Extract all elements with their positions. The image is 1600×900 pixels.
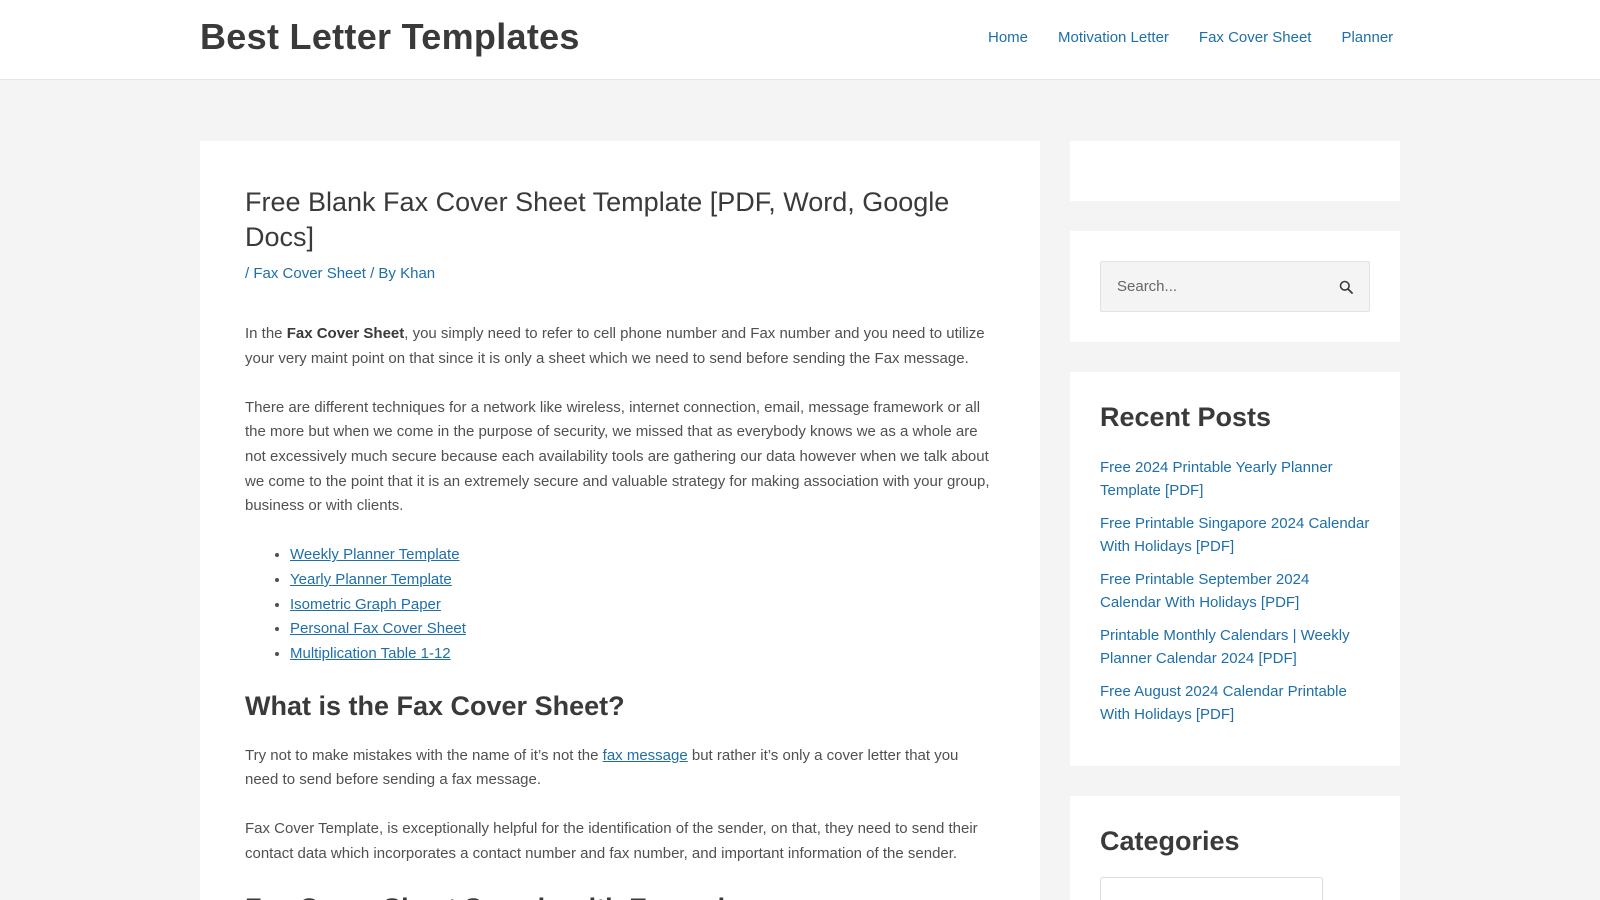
search-form <box>1100 261 1370 312</box>
link-yearly-planner[interactable]: Yearly Planner Template <box>290 571 452 588</box>
meta-separator: / <box>245 265 250 283</box>
related-links-list: Weekly Planner Template Yearly Planner T… <box>290 543 995 667</box>
article: Free Blank Fax Cover Sheet Template [PDF… <box>200 141 1040 900</box>
categories-dropdown[interactable] <box>1100 877 1323 900</box>
recent-posts-title: Recent Posts <box>1100 402 1272 432</box>
list-item: Free 2024 Printable Yearly Planner Templ… <box>1100 457 1370 502</box>
empty-widget <box>1070 141 1400 201</box>
techniques-paragraph: There are different techniques for a net… <box>245 398 990 515</box>
recent-post-link[interactable]: Free Printable Singapore 2024 Calendar W… <box>1100 515 1369 555</box>
site-header: Best Letter Templates Home Motivation Le… <box>0 0 1600 80</box>
main-nav: Home Motivation Letter Fax Cover Sheet P… <box>988 29 1393 46</box>
recent-post-link[interactable]: Free Printable September 2024 Calendar W… <box>1100 571 1309 611</box>
recent-post-link[interactable]: Free 2024 Printable Yearly Planner Templ… <box>1100 459 1333 499</box>
search-input[interactable] <box>1117 262 1327 311</box>
recent-post-link[interactable]: Free August 2024 Calendar Printable With… <box>1100 683 1347 723</box>
post-meta: / Fax Cover Sheet / By Khan <box>245 265 995 282</box>
recent-post-link[interactable]: Printable Monthly Calendars | Weekly Pla… <box>1100 627 1350 667</box>
search-icon[interactable] <box>1339 280 1355 296</box>
list-item: Printable Monthly Calendars | Weekly Pla… <box>1100 625 1370 670</box>
recent-posts-widget: Recent Posts Free 2024 Printable Yearly … <box>1070 372 1400 766</box>
list-item: Free Printable September 2024 Calendar W… <box>1100 569 1370 614</box>
fax-message-paragraph: Try not to make mistakes with the name o… <box>245 746 959 789</box>
article-title: Free Blank Fax Cover Sheet Template [PDF… <box>245 187 950 253</box>
meta-by: / By <box>370 265 396 283</box>
fax-template-paragraph: Fax Cover Template, is exceptionally hel… <box>245 820 978 862</box>
categories-title: Categories <box>1100 826 1240 856</box>
intro-paragraph: In the Fax Cover Sheet, you simply need … <box>245 325 985 367</box>
list-item: Free Printable Singapore 2024 Calendar W… <box>1100 513 1370 558</box>
nav-fax-cover-sheet[interactable]: Fax Cover Sheet <box>1199 29 1312 46</box>
list-item: Personal Fax Cover Sheet <box>290 617 995 642</box>
meta-category-link[interactable]: Fax Cover Sheet <box>253 265 366 282</box>
list-item: Yearly Planner Template <box>290 568 995 593</box>
link-weekly-planner[interactable]: Weekly Planner Template <box>290 546 460 563</box>
site-title[interactable]: Best Letter Templates <box>200 16 580 58</box>
search-widget <box>1070 231 1400 342</box>
categories-widget: Categories <box>1070 796 1400 900</box>
section-heading-sample: Fax Cover Sheet Sample with Example <box>245 891 995 900</box>
list-item: Multiplication Table 1-12 <box>290 642 995 667</box>
meta-author-link[interactable]: Khan <box>400 265 435 282</box>
intro-bold-term: Fax Cover Sheet <box>286 325 405 343</box>
list-item: Isometric Graph Paper <box>290 593 995 618</box>
nav-motivation-letter[interactable]: Motivation Letter <box>1058 29 1169 46</box>
recent-posts-list: Free 2024 Printable Yearly Planner Templ… <box>1100 457 1370 726</box>
fax-message-link[interactable]: fax message <box>603 747 688 764</box>
link-multiplication-table[interactable]: Multiplication Table 1-12 <box>290 645 451 662</box>
nav-planner[interactable]: Planner <box>1341 29 1393 46</box>
nav-home[interactable]: Home <box>988 29 1028 46</box>
link-isometric-graph-paper[interactable]: Isometric Graph Paper <box>290 596 441 613</box>
list-item: Free August 2024 Calendar Printable With… <box>1100 681 1370 726</box>
list-item: Weekly Planner Template <box>290 543 995 568</box>
link-personal-fax-cover[interactable]: Personal Fax Cover Sheet <box>290 620 466 637</box>
section-heading-what-is: What is the Fax Cover Sheet? <box>245 690 625 721</box>
